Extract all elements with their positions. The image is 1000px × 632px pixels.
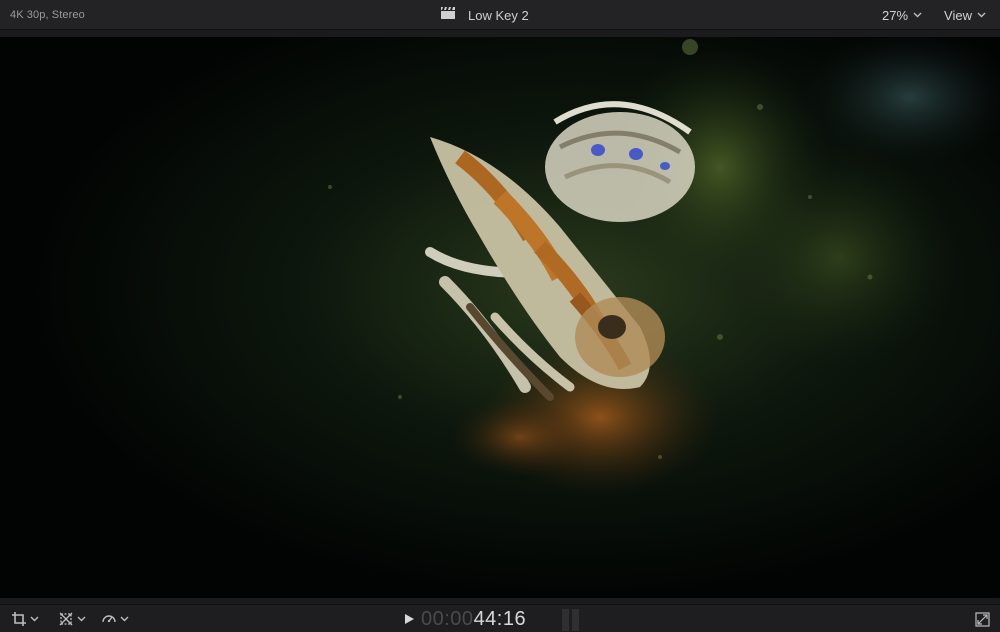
timecode-display[interactable]: 00:00 44:16	[404, 607, 527, 630]
zoom-value: 27%	[882, 7, 909, 23]
view-menu[interactable]: View	[944, 8, 986, 23]
audio-meter-left	[562, 609, 569, 631]
view-label: View	[944, 7, 972, 23]
chevron-down-icon	[120, 616, 129, 622]
event-viewer: 4K 30p, Stereo Low Key 2 27% View 00:00 …	[0, 0, 1000, 632]
play-icon[interactable]	[404, 613, 415, 625]
video-canvas[interactable]	[0, 37, 1000, 598]
timecode-current: 44:16	[473, 607, 527, 630]
format-label: 4K 30p, Stereo	[10, 9, 85, 21]
crop-tool-menu[interactable]	[11, 611, 39, 627]
project-title: Low Key 2	[468, 7, 529, 23]
chevron-down-icon	[77, 616, 86, 622]
crop-icon	[12, 612, 26, 626]
clapperboard-icon	[440, 6, 456, 24]
viewer-menus: 27% View	[882, 6, 986, 24]
audio-meter-right	[572, 609, 579, 631]
chevron-down-icon	[913, 12, 922, 18]
project-title-group: Low Key 2	[440, 6, 529, 24]
timecode-leading: 00:00	[421, 607, 474, 630]
video-frame	[0, 37, 1000, 598]
chevron-down-icon	[30, 616, 39, 622]
speedometer-icon	[102, 615, 116, 623]
viewer-toolbar: 00:00 44:16	[0, 604, 1000, 632]
transform-tool-menu[interactable]	[58, 611, 86, 627]
retime-menu[interactable]	[101, 611, 129, 627]
chevron-down-icon	[977, 12, 986, 18]
viewer-header: 4K 30p, Stereo Low Key 2 27% View	[0, 0, 1000, 30]
transform-icon	[59, 612, 73, 626]
fullscreen-icon[interactable]	[975, 612, 990, 627]
zoom-menu[interactable]: 27%	[882, 8, 922, 23]
audio-meter	[562, 609, 579, 631]
